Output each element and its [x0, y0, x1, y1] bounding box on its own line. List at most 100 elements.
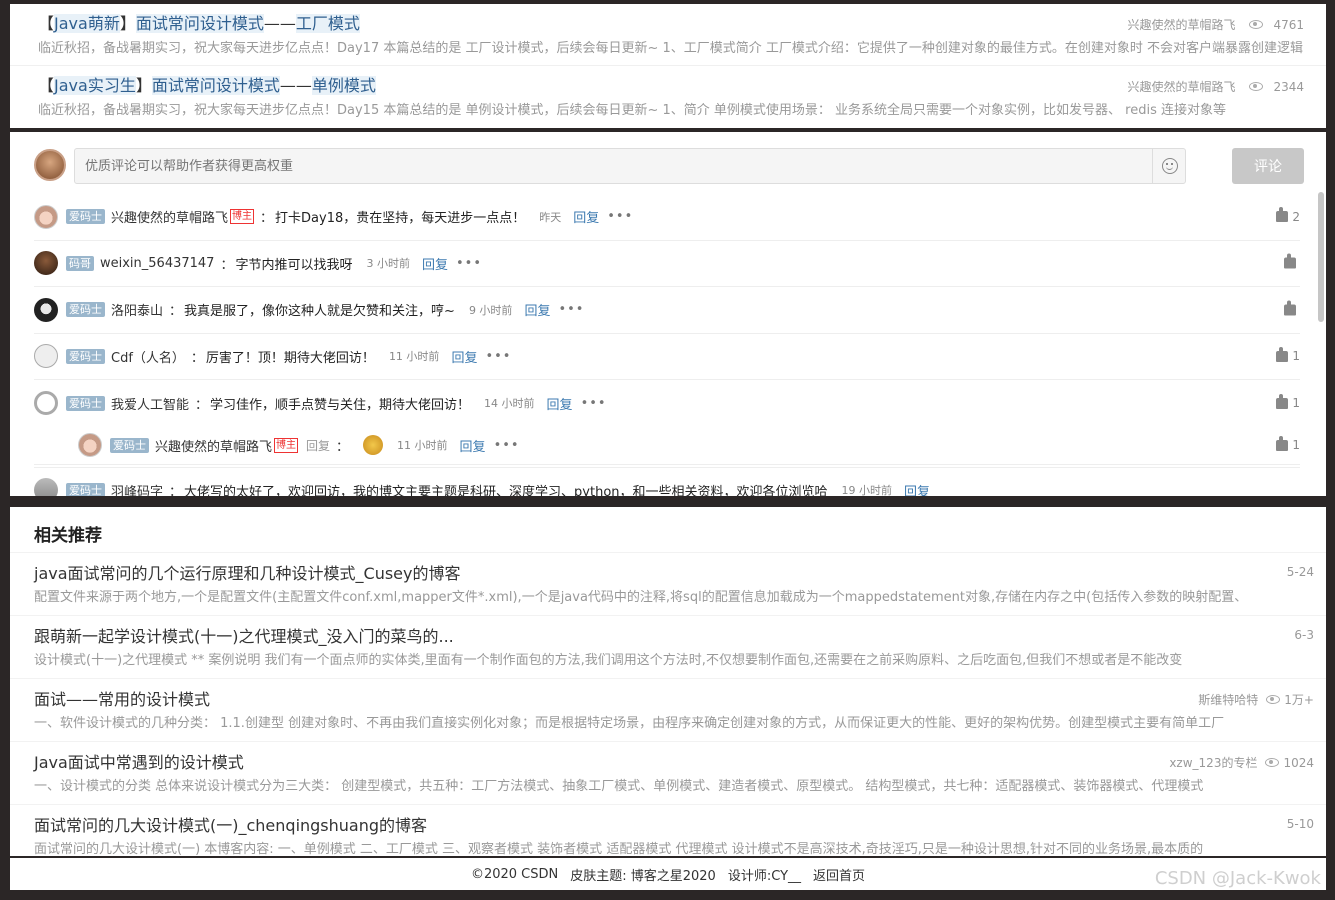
related-articles-top: 【Java萌新】面试常问设计模式——工厂模式 兴趣使然的草帽路飞 4761 临近…: [10, 4, 1326, 128]
eye-icon: [1249, 82, 1264, 91]
comment-time: 3 小时前: [366, 257, 411, 271]
user-badge: 爱码士: [110, 437, 149, 453]
comment-input[interactable]: [74, 148, 1186, 184]
thumbs-up-icon: [1284, 300, 1296, 316]
recommend-desc: 设计模式(十一)之代理模式 ** 案例说明 我们有一个面点师的实体类,里面有一个…: [34, 653, 1183, 668]
section-heading: 相关推荐: [10, 507, 1326, 553]
comment-author[interactable]: Cdf（人名）: [111, 347, 185, 366]
avatar[interactable]: [34, 297, 58, 322]
recommend-author[interactable]: 斯维特哈特: [1198, 691, 1258, 708]
reply-time: 11 小时前: [397, 439, 448, 452]
recommend-desc: 配置文件来源于两个地方,一个是配置文件(主配置文件conf.xml,mapper…: [34, 590, 1248, 605]
reply-author[interactable]: 兴趣使然的草帽路飞: [155, 436, 272, 455]
recommend-item[interactable]: Java面试中常遇到的设计模式 xzw_123的专栏 1024 一、设计模式的分…: [10, 742, 1326, 805]
recommend-meta: 5-24: [1287, 565, 1314, 579]
article-author[interactable]: 兴趣使然的草帽路飞: [1127, 16, 1235, 33]
comment-time: 19 小时前: [841, 484, 893, 496]
like-button[interactable]: [1284, 253, 1300, 269]
recommend-views: 1024: [1283, 755, 1314, 770]
reply-button[interactable]: 回复: [460, 436, 486, 455]
recommend-title[interactable]: 跟萌新一起学设计模式(十一)之代理模式_没入门的菜鸟的...: [34, 626, 1298, 648]
comment-item: 爱码士 兴趣使然的草帽路飞 博主 ： 打卡Day18，贵在坚持，每天进步一点点！…: [34, 194, 1300, 241]
thumbs-up-icon: [1276, 207, 1289, 223]
reply-button[interactable]: 回复: [451, 347, 477, 366]
comment-author[interactable]: 兴趣使然的草帽路飞: [111, 207, 228, 226]
like-button[interactable]: 1: [1276, 346, 1300, 364]
like-count: 1: [1292, 438, 1300, 452]
like-button[interactable]: 1: [1276, 393, 1300, 411]
article-author[interactable]: 兴趣使然的草帽路飞: [1127, 78, 1235, 95]
reply-button[interactable]: 回复: [573, 207, 599, 226]
eye-icon: [1266, 695, 1281, 704]
thumbs-up-icon: [1276, 435, 1289, 451]
emoji-button[interactable]: [1152, 148, 1186, 184]
article-desc: 临近秋招，备战暑期实习，祝大家每天进步亿点点！Day15 本篇总结的是 单例设计…: [38, 103, 1226, 118]
avatar[interactable]: [34, 478, 58, 496]
comment-author[interactable]: 洛阳泰山: [111, 300, 163, 319]
emoji-sticker-icon: [363, 435, 384, 455]
avatar[interactable]: [34, 251, 58, 276]
smile-icon: [1161, 158, 1178, 174]
recommend-title[interactable]: Java面试中常遇到的设计模式: [34, 752, 1298, 774]
more-icon[interactable]: •••: [581, 396, 607, 411]
comments-section: 评论 爱码士 兴趣使然的草帽路飞 博主 ： 打卡Day18，贵在坚持，每天进步一…: [10, 132, 1326, 496]
article-item[interactable]: 【Java实习生】面试常问设计模式——单例模式 兴趣使然的草帽路飞 2344 临…: [10, 66, 1326, 128]
comment-item: 爱码士 羽峰码字 ： 大佬写的太好了，欢迎回访，我的博文主要主题是科研、深度学习…: [34, 466, 1300, 496]
host-badge: 博主: [274, 437, 299, 453]
reply-button[interactable]: 回复: [904, 481, 930, 496]
comment-item: 码哥 weixin_56437147 ： 字节内推可以找我呀 3 小时前 回复 …: [34, 241, 1300, 287]
user-badge: 爱码士: [66, 348, 105, 364]
comment-text: 学习佳作，顺手点赞与关住，期待大佬回访！: [210, 397, 471, 413]
more-icon[interactable]: •••: [558, 302, 584, 317]
recommend-item[interactable]: 跟萌新一起学设计模式(十一)之代理模式_没入门的菜鸟的... 6-3 设计模式(…: [10, 616, 1326, 679]
comment-author[interactable]: weixin_56437147: [100, 256, 214, 271]
recommend-title[interactable]: 面试常问的几大设计模式(一)_chenqingshuang的博客: [34, 815, 1298, 837]
footer-designer[interactable]: 设计师:CY__: [728, 865, 801, 884]
more-icon[interactable]: •••: [456, 256, 482, 271]
comment-item: 爱码士 Cdf（人名） ： 厉害了！顶！期待大佬回访！ 11 小时前 回复 ••…: [34, 334, 1300, 380]
like-count: 1: [1292, 349, 1300, 364]
user-badge: 爱码士: [66, 302, 105, 318]
article-title[interactable]: 【Java实习生】面试常问设计模式——单例模式: [38, 75, 1296, 97]
watermark: CSDN @Jack-Kwok: [1154, 868, 1321, 889]
comment-item: 爱码士 我爱人工智能 ： 学习佳作，顺手点赞与关住，期待大佬回访！ 14 小时前…: [34, 380, 1300, 427]
like-button[interactable]: 1: [1276, 435, 1300, 452]
reply-button[interactable]: 回复: [422, 254, 448, 273]
like-button[interactable]: 2: [1276, 207, 1300, 224]
recommend-title[interactable]: 面试——常用的设计模式: [34, 689, 1298, 711]
footer-home-link[interactable]: 返回首页: [813, 865, 865, 884]
recommend-author[interactable]: xzw_123的专栏: [1169, 754, 1257, 771]
comments-scrollbar[interactable]: [1318, 192, 1324, 322]
more-icon[interactable]: •••: [494, 438, 520, 453]
recommend-date: 6-3: [1294, 628, 1314, 642]
recommend-item[interactable]: 面试常问的几大设计模式(一)_chenqingshuang的博客 5-10 面试…: [10, 805, 1326, 856]
submit-comment-button[interactable]: 评论: [1232, 148, 1304, 184]
comment-list: 爱码士 兴趣使然的草帽路飞 博主 ： 打卡Day18，贵在坚持，每天进步一点点！…: [34, 194, 1300, 496]
recommend-item[interactable]: java面试常问的几个运行原理和几种设计模式_Cusey的博客 5-24 配置文…: [10, 553, 1326, 616]
reply-word: 回复: [306, 438, 331, 453]
reply-button[interactable]: 回复: [524, 300, 550, 319]
comment-author[interactable]: 羽峰码字: [111, 481, 163, 496]
article-views: 4761: [1273, 17, 1304, 32]
avatar[interactable]: [34, 344, 58, 369]
avatar[interactable]: [78, 433, 102, 457]
current-user-avatar[interactable]: [34, 149, 66, 181]
like-button[interactable]: [1284, 300, 1300, 316]
comment-box: 评论: [34, 148, 1304, 186]
comment-item: 爱码士 洛阳泰山 ： 我真是服了，像你这种人就是欠赞和关注，哼~ 9 小时前 回…: [34, 287, 1300, 334]
article-item[interactable]: 【Java萌新】面试常问设计模式——工厂模式 兴趣使然的草帽路飞 4761 临近…: [10, 4, 1326, 66]
avatar[interactable]: [34, 391, 58, 416]
like-count: 1: [1292, 396, 1300, 411]
more-icon[interactable]: •••: [485, 349, 511, 364]
article-meta: 兴趣使然的草帽路飞 4761: [1127, 16, 1304, 33]
like-count: 2: [1292, 209, 1300, 224]
recommend-meta: 斯维特哈特 1万+: [1198, 691, 1314, 708]
thumbs-up-icon: [1276, 393, 1289, 409]
more-icon[interactable]: •••: [607, 209, 633, 224]
avatar[interactable]: [34, 204, 58, 229]
recommend-item[interactable]: 面试——常用的设计模式 斯维特哈特 1万+ 一、软件设计模式的几种分类： 1.1…: [10, 679, 1326, 742]
article-title[interactable]: 【Java萌新】面试常问设计模式——工厂模式: [38, 13, 1296, 35]
reply-button[interactable]: 回复: [547, 394, 573, 413]
comment-author[interactable]: 我爱人工智能: [111, 394, 189, 413]
recommend-title[interactable]: java面试常问的几个运行原理和几种设计模式_Cusey的博客: [34, 563, 1298, 585]
